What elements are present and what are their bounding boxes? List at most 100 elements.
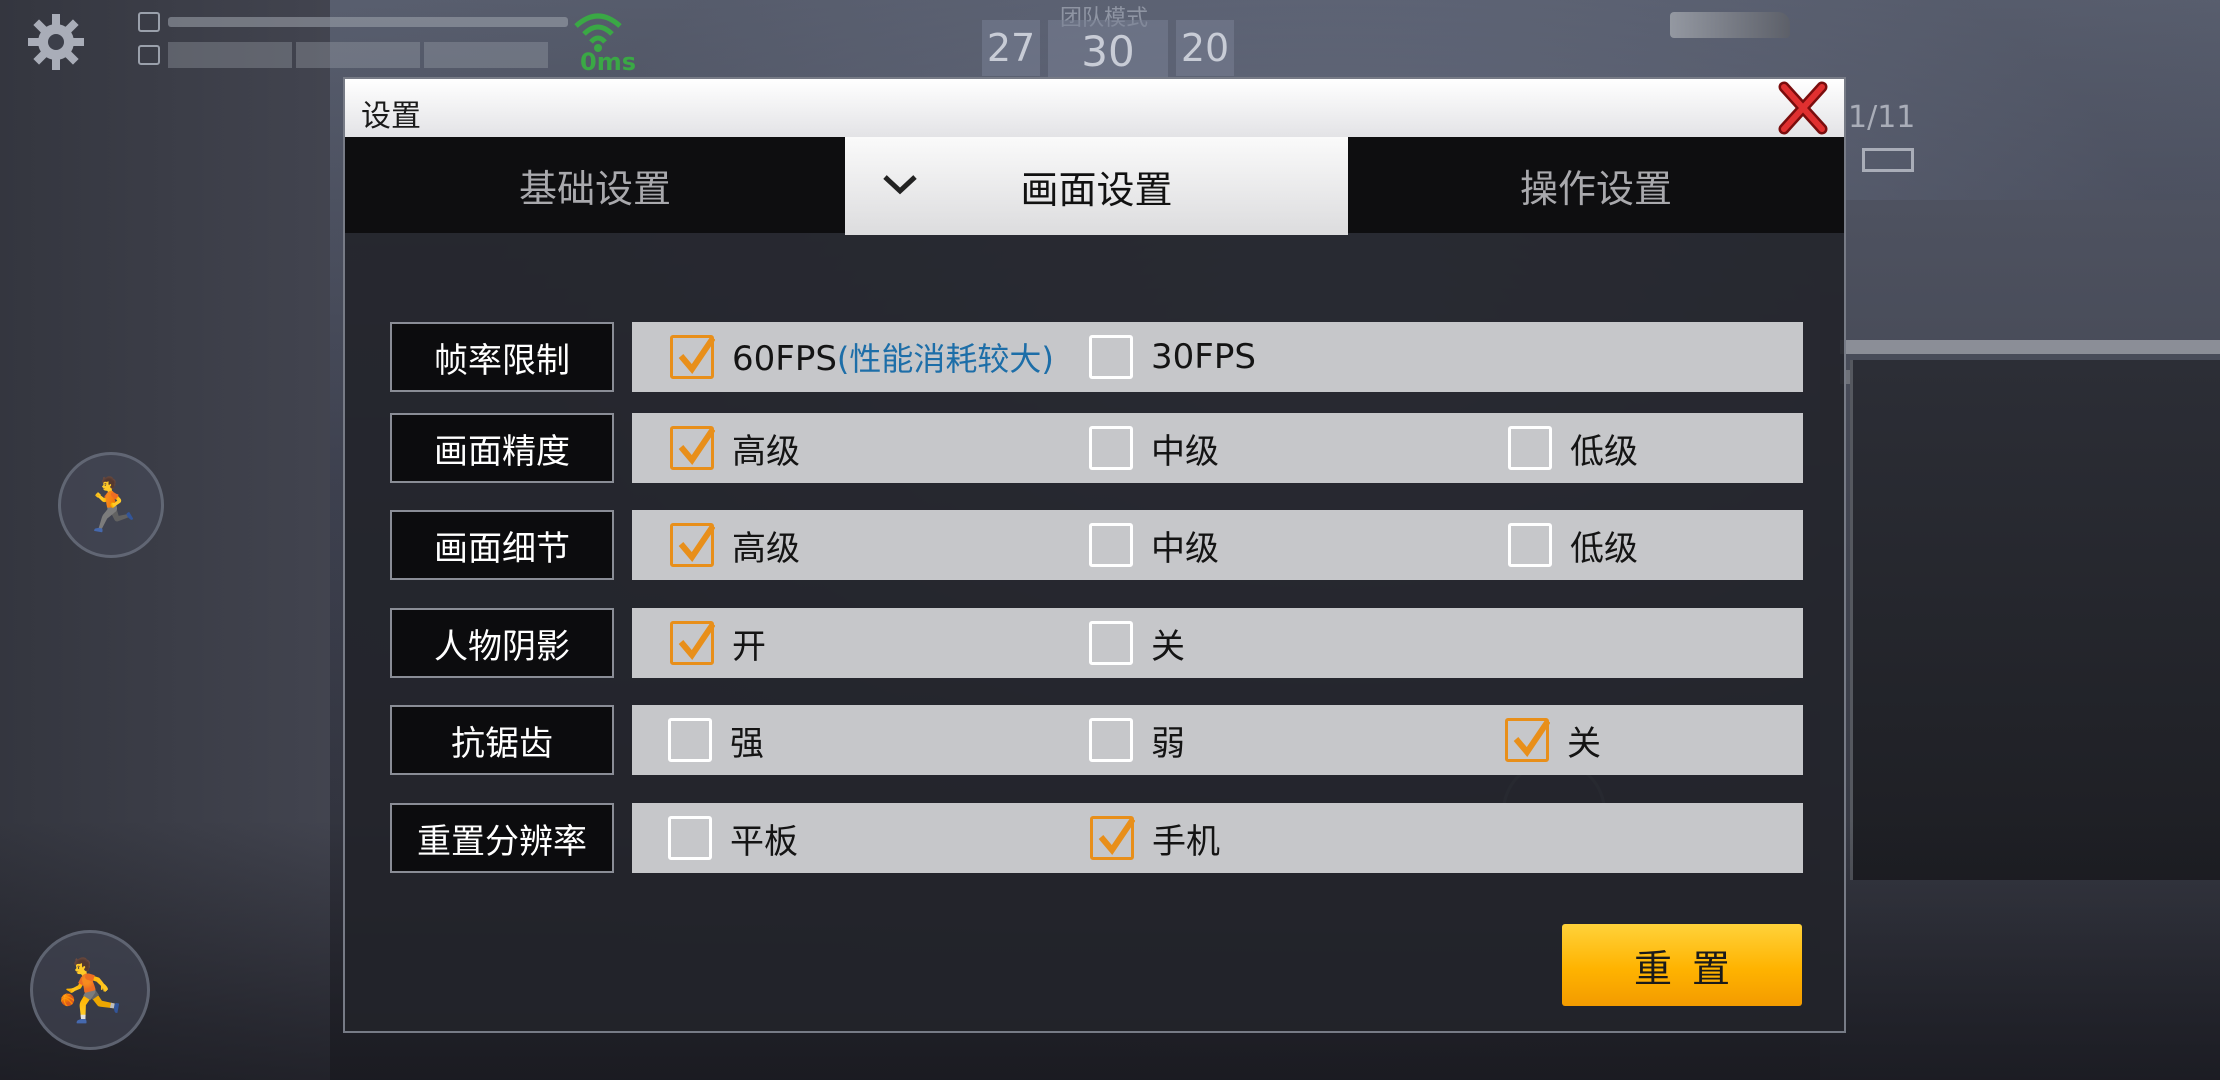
reset-button[interactable]: 重置 — [1562, 924, 1802, 1006]
armor-icon — [138, 12, 160, 32]
checkbox-checked[interactable] — [670, 621, 715, 665]
setting-label: 重置分辨率 — [390, 803, 614, 873]
option-label: 关 — [1151, 626, 1185, 667]
player-status-bars — [138, 12, 568, 78]
setting-row-display-detail: 画面细节 高级 中级 低级 — [390, 510, 1803, 580]
magazine-icon — [1862, 148, 1914, 172]
option-high[interactable]: 高级 — [670, 413, 800, 483]
option-label: 开 — [732, 626, 766, 667]
crouch-button[interactable]: ⛹ — [30, 930, 150, 1050]
round-score-center: 30 — [1048, 20, 1168, 82]
setting-options: 60FPS(性能消耗较大) 30FPS — [632, 322, 1803, 392]
setting-options: 开 关 — [632, 608, 1803, 678]
option-label: 30FPS — [1151, 337, 1256, 377]
setting-options: 高级 中级 低级 — [632, 413, 1803, 483]
option-on[interactable]: 开 — [670, 608, 766, 678]
tab-label: 操作设置 — [1519, 166, 1672, 211]
setting-row-reset-resolution: 重置分辨率 平板 手机 — [390, 803, 1803, 873]
option-30fps[interactable]: 30FPS — [1089, 322, 1256, 392]
tab-control-settings[interactable]: 操作设置 — [1348, 137, 1844, 233]
setting-label: 抗锯齿 — [390, 705, 614, 775]
option-60fps[interactable]: 60FPS(性能消耗较大) — [670, 322, 1054, 392]
option-label: 强 — [730, 723, 764, 764]
checkmark-icon — [678, 427, 715, 465]
setting-row-display-quality: 画面精度 高级 中级 低级 — [390, 413, 1803, 483]
team-score-right: 20 — [1176, 20, 1234, 76]
setting-label: 画面细节 — [390, 510, 614, 580]
checkbox-checked[interactable] — [1505, 718, 1550, 762]
option-label: 手机 — [1152, 821, 1220, 862]
checkbox-checked[interactable] — [670, 335, 715, 379]
checkbox-unchecked[interactable] — [1089, 621, 1133, 665]
option-off[interactable]: 关 — [1505, 705, 1601, 775]
tab-label: 基础设置 — [518, 166, 671, 211]
checkmark-icon — [678, 524, 715, 562]
option-weak[interactable]: 弱 — [1089, 705, 1185, 775]
option-off[interactable]: 关 — [1089, 608, 1185, 678]
tab-basic-settings[interactable]: 基础设置 — [345, 137, 845, 233]
team-score-left: 27 — [982, 20, 1040, 76]
option-tablet[interactable]: 平板 — [668, 803, 798, 873]
checkbox-unchecked[interactable] — [1508, 426, 1552, 470]
option-label: 中级 — [1151, 431, 1219, 472]
option-label: 弱 — [1151, 723, 1185, 764]
checkbox-unchecked[interactable] — [1089, 718, 1133, 762]
option-label: 高级 — [732, 528, 800, 569]
setting-options: 平板 手机 — [632, 803, 1803, 873]
option-medium[interactable]: 中级 — [1089, 510, 1219, 580]
option-label: 平板 — [730, 821, 798, 862]
wifi-signal-icon — [574, 13, 622, 52]
setting-label: 人物阴影 — [390, 608, 614, 678]
pulse-icon — [138, 45, 160, 65]
performance-note: (性能消耗较大) — [836, 340, 1054, 378]
option-high[interactable]: 高级 — [670, 510, 800, 580]
option-strong[interactable]: 强 — [668, 705, 764, 775]
option-low[interactable]: 低级 — [1508, 413, 1638, 483]
option-label: 关 — [1567, 723, 1601, 764]
setting-row-anti-aliasing: 抗锯齿 强 弱 关 — [390, 705, 1803, 775]
tab-display-settings[interactable]: 画面设置 — [845, 137, 1348, 235]
option-label: 60FPS — [732, 339, 837, 379]
close-icon[interactable] — [1776, 81, 1830, 135]
gear-icon[interactable] — [26, 12, 86, 72]
setting-label: 帧率限制 — [390, 322, 614, 392]
setting-row-character-shadow: 人物阴影 开 关 — [390, 608, 1803, 678]
sprint-button[interactable]: 🏃 — [58, 452, 164, 558]
option-low[interactable]: 低级 — [1508, 510, 1638, 580]
option-medium[interactable]: 中级 — [1089, 413, 1219, 483]
ammo-count: 1/11 — [1848, 100, 1916, 135]
background-cabinet — [1850, 360, 2220, 880]
dialog-title-bar: 设置 — [345, 79, 1844, 137]
checkbox-checked[interactable] — [670, 523, 715, 567]
checkbox-checked[interactable] — [1090, 816, 1135, 860]
option-label: 高级 — [732, 431, 800, 472]
settings-tabs: 基础设置 画面设置 操作设置 — [345, 137, 1844, 235]
health-bar — [168, 17, 568, 27]
option-label: 低级 — [1570, 431, 1638, 472]
running-man-icon: 🏃 — [78, 475, 144, 536]
settings-dialog: 设置 基础设置 画面设置 操作设置 帧率限制 60FPS(性能消耗较大) 30F… — [343, 77, 1846, 1033]
checkbox-unchecked[interactable] — [1089, 335, 1133, 379]
checkmark-icon — [1098, 817, 1135, 855]
checkmark-icon — [678, 336, 715, 374]
setting-label: 画面精度 — [390, 413, 614, 483]
option-label: 中级 — [1151, 528, 1219, 569]
checkmark-icon — [678, 622, 715, 660]
tab-label: 画面设置 — [1020, 167, 1173, 212]
crouching-soldier-icon: ⛹ — [52, 955, 128, 1026]
checkbox-unchecked[interactable] — [668, 816, 712, 860]
background-railing — [1840, 340, 2220, 354]
ping-readout: 0ms — [580, 48, 636, 76]
setting-options: 高级 中级 低级 — [632, 510, 1803, 580]
checkbox-unchecked[interactable] — [1089, 523, 1133, 567]
option-label: 低级 — [1570, 528, 1638, 569]
checkmark-icon — [1513, 719, 1550, 757]
checkbox-checked[interactable] — [670, 426, 715, 470]
checkbox-unchecked[interactable] — [668, 718, 712, 762]
checkbox-unchecked[interactable] — [1508, 523, 1552, 567]
setting-row-frame-rate: 帧率限制 60FPS(性能消耗较大) 30FPS — [390, 322, 1803, 392]
chevron-down-icon — [883, 175, 917, 195]
setting-options: 强 弱 关 — [632, 705, 1803, 775]
checkbox-unchecked[interactable] — [1089, 426, 1133, 470]
option-phone[interactable]: 手机 — [1090, 803, 1220, 873]
